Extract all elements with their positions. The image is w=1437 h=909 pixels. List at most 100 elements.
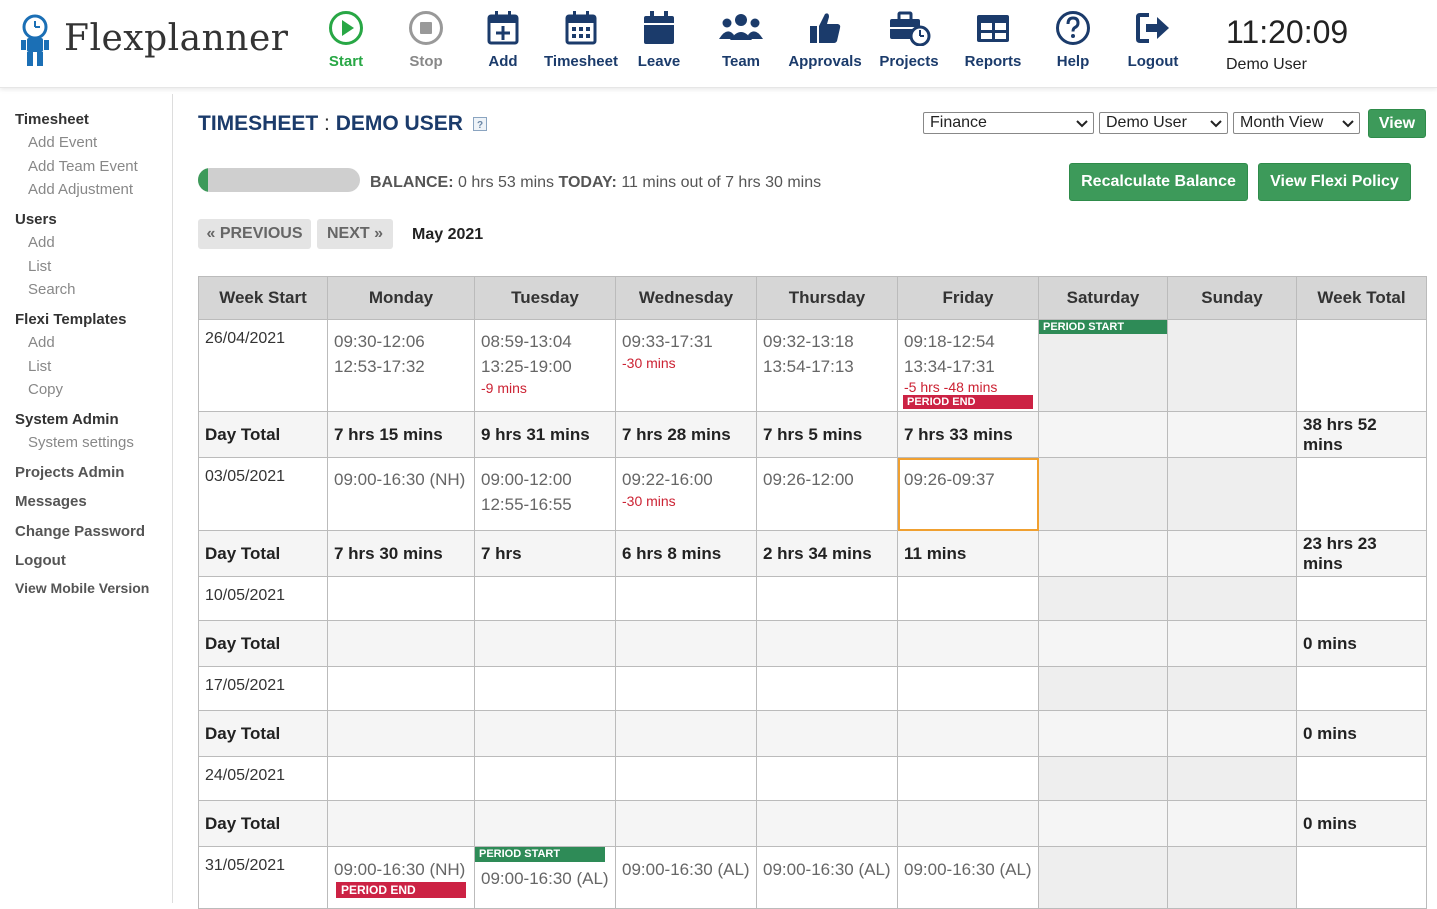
sidebar-item-add-adjustment[interactable]: Add Adjustment	[28, 181, 133, 198]
sidebar-heading-timesheet[interactable]: Timesheet	[15, 111, 89, 128]
sidebar-heading-flexi-templates[interactable]: Flexi Templates	[15, 311, 126, 328]
time-entry[interactable]: 09:00-16:30 (AL)	[763, 857, 891, 882]
day-cell[interactable]	[756, 666, 898, 711]
day-cell[interactable]	[1167, 319, 1297, 412]
day-cell[interactable]	[327, 756, 475, 801]
view-flexi-policy-button[interactable]: View Flexi Policy	[1258, 163, 1411, 201]
time-entry[interactable]: 09:18-12:54	[904, 329, 1032, 354]
time-entry[interactable]: 09:30-12:06	[334, 329, 468, 354]
app-logo[interactable]: Flexplanner	[18, 14, 288, 70]
nav-projects-button[interactable]: Projects	[869, 10, 949, 80]
day-cell[interactable]: 09:00-16:30 (AL)	[897, 846, 1039, 909]
nav-reports-button[interactable]: Reports	[953, 10, 1033, 80]
day-cell[interactable]	[897, 576, 1039, 621]
nav-team-button[interactable]: Team	[701, 10, 781, 80]
day-cell[interactable]	[615, 576, 757, 621]
sidebar-heading-users[interactable]: Users	[15, 211, 57, 228]
day-cell[interactable]	[1038, 457, 1168, 531]
time-entry[interactable]: 09:00-16:30 (AL)	[475, 862, 615, 891]
sidebar-item-add-event[interactable]: Add Event	[28, 134, 97, 151]
day-cell[interactable]	[327, 576, 475, 621]
department-select[interactable]: Finance	[923, 112, 1094, 134]
nav-timesheet-button[interactable]: Timesheet	[541, 10, 621, 80]
time-entry[interactable]: 09:00-16:30 (AL)	[622, 857, 750, 882]
day-cell[interactable]: 09:22-16:00 -30 mins	[615, 457, 757, 531]
sidebar-item-logout[interactable]: Logout	[15, 552, 66, 569]
time-entry[interactable]: 09:32-13:18	[763, 329, 891, 354]
time-entry[interactable]: 13:34-17:31	[904, 354, 1032, 379]
day-cell[interactable]	[1167, 457, 1297, 531]
previous-button[interactable]: « PREVIOUS	[198, 219, 311, 249]
time-entry[interactable]: 13:25-19:00	[481, 354, 609, 379]
sidebar-item-ft-list[interactable]: List	[28, 358, 51, 375]
nav-start-button[interactable]: Start	[306, 10, 386, 80]
day-cell[interactable]	[897, 666, 1039, 711]
day-cell[interactable]: 09:26-12:00	[756, 457, 898, 531]
help-square-icon[interactable]: ?	[472, 117, 487, 132]
sidebar-item-ft-copy[interactable]: Copy	[28, 381, 63, 398]
day-cell[interactable]	[474, 756, 616, 801]
day-cell[interactable]: 09:00-16:30 (AL)	[615, 846, 757, 909]
day-cell[interactable]	[1038, 576, 1168, 621]
sidebar-item-change-password[interactable]: Change Password	[15, 523, 145, 540]
nav-stop-button[interactable]: Stop	[386, 10, 466, 80]
time-entry[interactable]: 09:33-17:31	[622, 329, 750, 354]
time-entry[interactable]: 09:26-09:37	[904, 467, 1032, 492]
sidebar-item-users-search[interactable]: Search	[28, 281, 76, 298]
day-cell[interactable]	[615, 666, 757, 711]
day-cell[interactable]	[615, 756, 757, 801]
time-entry[interactable]: 08:59-13:04	[481, 329, 609, 354]
day-cell[interactable]: PERIOD START 09:00-16:30 (AL)	[474, 846, 616, 909]
nav-logout-button[interactable]: Logout	[1113, 10, 1193, 80]
recalculate-balance-button[interactable]: Recalculate Balance	[1069, 163, 1248, 201]
view-mode-select[interactable]: Month View	[1233, 112, 1360, 134]
day-cell[interactable]: 09:33-17:31 -30 mins	[615, 319, 757, 412]
day-cell[interactable]	[474, 666, 616, 711]
day-cell[interactable]	[1167, 756, 1297, 801]
sidebar-item-system-settings[interactable]: System settings	[28, 434, 134, 451]
time-entry[interactable]: 09:22-16:00	[622, 467, 750, 492]
nav-approvals-button[interactable]: Approvals	[785, 10, 865, 80]
day-cell[interactable]	[474, 576, 616, 621]
view-button[interactable]: View	[1368, 109, 1426, 138]
time-entry[interactable]: 12:55-16:55	[481, 492, 609, 517]
time-entry[interactable]: 09:00-16:30 (AL)	[904, 857, 1032, 882]
day-cell[interactable]	[1167, 846, 1297, 909]
user-select[interactable]: Demo User	[1099, 112, 1228, 134]
sidebar-item-mobile-version[interactable]: View Mobile Version	[15, 580, 149, 596]
day-cell[interactable]	[756, 756, 898, 801]
day-cell[interactable]	[756, 576, 898, 621]
time-entry[interactable]: 12:53-17:32	[334, 354, 468, 379]
nav-leave-button[interactable]: Leave	[619, 10, 699, 80]
day-cell[interactable]: 09:32-13:18 13:54-17:13	[756, 319, 898, 412]
time-entry[interactable]: 13:54-17:13	[763, 354, 891, 379]
day-cell[interactable]: 09:18-12:54 13:34-17:31 -5 hrs -48 mins …	[897, 319, 1039, 412]
time-entry[interactable]: 09:00-12:00	[481, 467, 609, 492]
day-cell[interactable]: 09:00-16:30 (AL)	[756, 846, 898, 909]
time-entry[interactable]: 09:00-16:30 (NH)	[334, 857, 468, 882]
sidebar-item-projects-admin[interactable]: Projects Admin	[15, 464, 124, 481]
day-cell[interactable]	[327, 666, 475, 711]
sidebar-item-add-team-event[interactable]: Add Team Event	[28, 158, 138, 175]
sidebar-item-users-list[interactable]: List	[28, 258, 51, 275]
day-cell[interactable]	[1167, 666, 1297, 711]
day-cell[interactable]: 09:00-16:30 (NH) PERIOD END	[327, 846, 475, 909]
day-cell[interactable]: 09:30-12:06 12:53-17:32	[327, 319, 475, 412]
day-cell[interactable]: 09:00-12:00 12:55-16:55	[474, 457, 616, 531]
sidebar-heading-system-admin[interactable]: System Admin	[15, 411, 119, 428]
day-cell[interactable]: PERIOD START	[1038, 319, 1168, 412]
day-cell[interactable]: 08:59-13:04 13:25-19:00 -9 mins	[474, 319, 616, 412]
day-cell[interactable]	[1167, 576, 1297, 621]
nav-add-button[interactable]: Add	[463, 10, 543, 80]
time-entry[interactable]: 09:26-12:00	[763, 467, 891, 492]
sidebar-item-messages[interactable]: Messages	[15, 493, 87, 510]
day-cell[interactable]: 09:00-16:30 (NH)	[327, 457, 475, 531]
day-cell[interactable]	[1038, 756, 1168, 801]
today-day-cell[interactable]: 09:26-09:37	[897, 457, 1039, 531]
next-button[interactable]: NEXT »	[317, 219, 393, 249]
day-cell[interactable]	[897, 756, 1039, 801]
sidebar-item-ft-add[interactable]: Add	[28, 334, 55, 351]
nav-help-button[interactable]: Help	[1033, 10, 1113, 80]
day-cell[interactable]	[1038, 666, 1168, 711]
time-entry[interactable]: 09:00-16:30 (NH)	[334, 467, 468, 492]
